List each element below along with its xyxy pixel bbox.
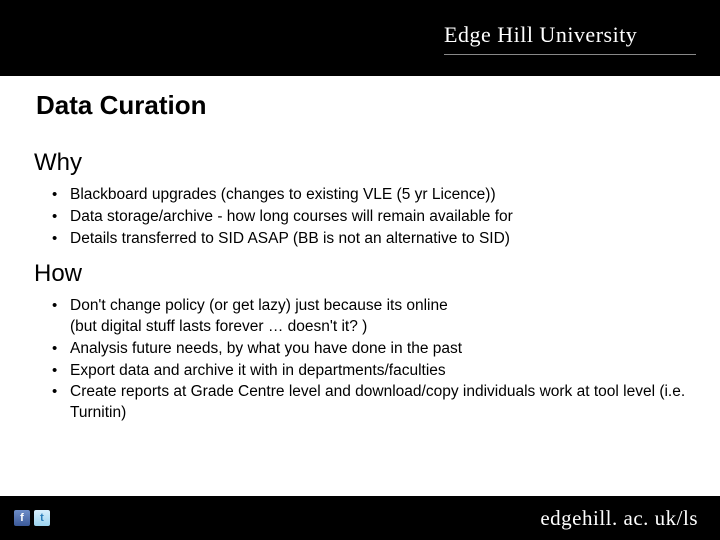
social-icons: f t	[14, 510, 50, 526]
section-heading-how: How	[34, 260, 690, 288]
list-item: Create reports at Grade Centre level and…	[52, 382, 690, 424]
twitter-icon[interactable]: t	[34, 510, 50, 526]
slide-title: Data Curation	[36, 90, 690, 121]
list-item: Don't change policy (or get lazy) just b…	[52, 296, 690, 338]
list-item: Blackboard upgrades (changes to existing…	[52, 185, 690, 206]
university-brand: Edge Hill University	[444, 22, 696, 55]
header-bar: Edge Hill University	[0, 0, 720, 76]
slide-content: Data Curation Why Blackboard upgrades (c…	[0, 76, 720, 496]
section-heading-why: Why	[34, 149, 690, 177]
footer-bar: f t edgehill. ac. uk/ls	[0, 496, 720, 540]
list-item: Analysis future needs, by what you have …	[52, 339, 690, 360]
why-list: Blackboard upgrades (changes to existing…	[36, 185, 690, 250]
list-item: Data storage/archive - how long courses …	[52, 207, 690, 228]
footer-url: edgehill. ac. uk/ls	[540, 506, 698, 531]
list-item: Export data and archive it with in depar…	[52, 361, 690, 382]
list-item: Details transferred to SID ASAP (BB is n…	[52, 229, 690, 250]
how-list: Don't change policy (or get lazy) just b…	[36, 296, 690, 425]
facebook-icon[interactable]: f	[14, 510, 30, 526]
